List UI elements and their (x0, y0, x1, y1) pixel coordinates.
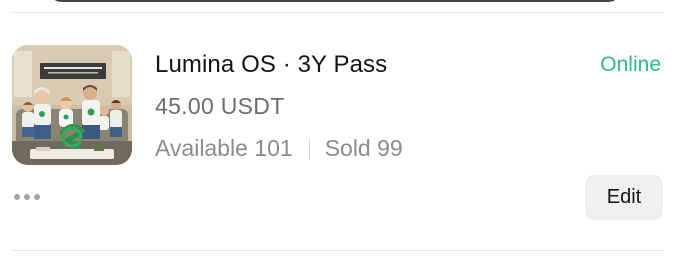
sold-count: Sold 99 (324, 135, 403, 161)
product-thumbnail[interactable] (12, 45, 132, 165)
stock-info: Available 101 Sold 99 (155, 135, 403, 162)
product-card[interactable]: Lumina OS · 3Y Pass Online 45.00 USDT Av… (0, 13, 682, 250)
product-price: 45.00 USDT (155, 93, 285, 119)
search-bar-edge[interactable] (48, 0, 622, 2)
more-dot (34, 194, 40, 200)
status-badge: Online (600, 53, 661, 76)
stock-separator (308, 137, 310, 160)
more-horizontal-icon[interactable] (14, 194, 40, 200)
product-image (12, 45, 132, 165)
more-dot (24, 194, 30, 200)
more-dot (14, 194, 20, 200)
available-count: Available 101 (155, 135, 293, 161)
divider (12, 250, 664, 251)
product-title: Lumina OS · 3Y Pass (155, 51, 388, 78)
edit-button[interactable]: Edit (585, 175, 663, 220)
